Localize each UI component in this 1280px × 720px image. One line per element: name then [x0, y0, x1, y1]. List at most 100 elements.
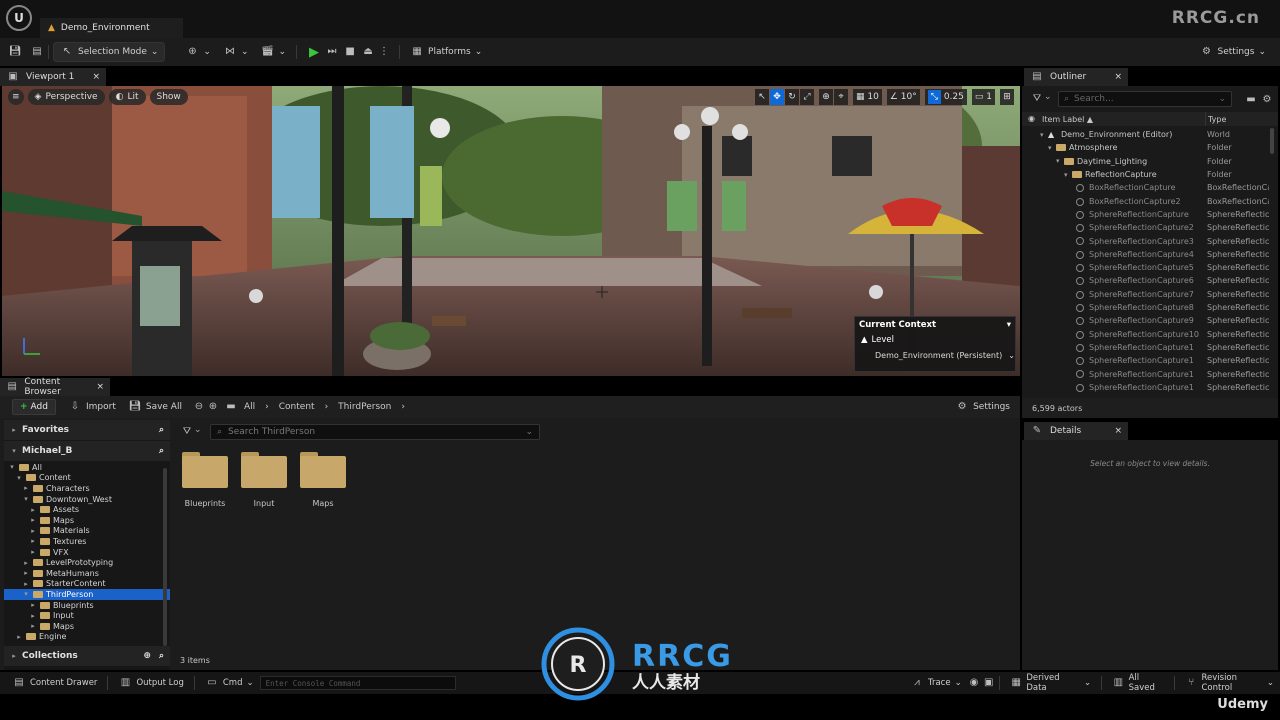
derived-data-dropdown[interactable]: ▦ Derived Data ⌄: [1004, 673, 1097, 693]
folder-tile[interactable]: [300, 452, 346, 488]
outliner-row[interactable]: SphereReflectionCapture1 SphereReflectic: [1022, 341, 1270, 354]
tree-item[interactable]: ▾ Downtown_West: [4, 494, 170, 505]
tree-item[interactable]: ▸ Assets: [4, 504, 170, 515]
outliner-row[interactable]: SphereReflectionCapture6 SphereReflectic: [1022, 274, 1270, 287]
chevron-right-icon[interactable]: ▸: [29, 548, 37, 556]
all-saved-button[interactable]: ▥ All Saved: [1106, 673, 1170, 693]
cb-settings-button[interactable]: ⚙ Settings: [949, 397, 1016, 417]
filter-icon[interactable]: ⛛: [180, 425, 194, 439]
translate-tool-icon[interactable]: ✥: [770, 89, 784, 105]
user-section[interactable]: ▾ Michael_B ⌕: [4, 441, 170, 461]
chevron-right-icon[interactable]: ▸: [29, 506, 37, 514]
chevron-down-icon[interactable]: ▾: [8, 463, 16, 471]
camera-speed-button[interactable]: ▭ 1: [971, 89, 995, 105]
chevron-right-icon[interactable]: ▸: [29, 622, 37, 630]
outliner-tab[interactable]: ▤ Outliner ×: [1024, 68, 1128, 86]
search-icon[interactable]: ⌕: [159, 651, 164, 661]
content-drawer-button[interactable]: ▤ Content Drawer: [6, 675, 103, 691]
chevron-down-icon[interactable]: ▾: [1056, 157, 1060, 165]
outliner-row[interactable]: ▾ Daytime_Lighting Folder: [1022, 155, 1270, 168]
save-all-button[interactable]: 💾︎ Save All: [122, 397, 188, 417]
chevron-down-icon[interactable]: ▾: [1007, 320, 1011, 330]
outliner-row[interactable]: SphereReflectionCapture1 SphereReflectic: [1022, 381, 1270, 394]
tree-item[interactable]: ▾ ThirdPerson: [4, 589, 170, 600]
col-item-label[interactable]: Item Label ▲: [1042, 115, 1093, 124]
trace-dropdown[interactable]: ⩘ Trace ⌄: [904, 675, 968, 691]
chevron-right-icon[interactable]: ▸: [15, 633, 23, 641]
revision-control-dropdown[interactable]: ⑂ Revision Control ⌄: [1179, 673, 1280, 693]
outliner-row[interactable]: SphereReflectionCapture5 SphereReflectic: [1022, 261, 1270, 274]
outliner-row[interactable]: BoxReflectionCapture BoxReflectionCa: [1022, 181, 1270, 194]
world-space-icon[interactable]: ⊕: [819, 89, 833, 105]
outliner-row[interactable]: SphereReflectionCapture7 SphereReflectic: [1022, 288, 1270, 301]
tree-item[interactable]: ▸ Textures: [4, 536, 170, 547]
content-browser-tab[interactable]: ▤ Content Browser ×: [0, 377, 110, 397]
add-collection-icon[interactable]: ⊕: [143, 651, 151, 661]
cmd-dropdown[interactable]: ▭ Cmd ⌄: [199, 675, 260, 691]
add-actor-button[interactable]: ⊕ ⌄: [179, 42, 217, 62]
rotate-tool-icon[interactable]: ↻: [785, 89, 799, 105]
outliner-row[interactable]: SphereReflectionCapture4 SphereReflectic: [1022, 248, 1270, 261]
tree-item[interactable]: ▸ Maps: [4, 515, 170, 526]
close-icon[interactable]: ×: [92, 72, 100, 82]
chevron-down-icon[interactable]: ▾: [1064, 171, 1068, 179]
outliner-row[interactable]: ▾ Atmosphere Folder: [1022, 141, 1270, 154]
asset-search-input[interactable]: ⌕ Search ThirdPerson ⌄: [210, 424, 540, 440]
chevron-down-icon[interactable]: ▾: [1048, 144, 1052, 152]
play-icon[interactable]: ▶: [307, 45, 321, 59]
chevron-right-icon[interactable]: ▸: [29, 601, 37, 609]
tree-item[interactable]: ▸ Maps: [4, 621, 170, 632]
chevron-down-icon[interactable]: ▾: [1040, 131, 1044, 139]
breadcrumb-item[interactable]: Content: [279, 402, 315, 412]
tree-item[interactable]: ▾ Content: [4, 473, 170, 484]
record-icon[interactable]: ◉: [968, 676, 981, 690]
outliner-row[interactable]: ▾ ▲ Demo_Environment (Editor) World: [1022, 128, 1270, 141]
tree-item[interactable]: ▸ Blueprints: [4, 600, 170, 611]
lit-button[interactable]: ◐ Lit: [108, 89, 146, 105]
tree-scrollbar[interactable]: [163, 468, 167, 646]
tree-item[interactable]: ▸ Materials: [4, 526, 170, 537]
close-icon[interactable]: ×: [96, 382, 104, 392]
tree-item[interactable]: ▾ All: [4, 462, 170, 473]
outliner-row[interactable]: SphereReflectionCapture10 SphereReflectic: [1022, 328, 1270, 341]
chevron-right-icon[interactable]: ▸: [29, 612, 37, 620]
close-icon[interactable]: ×: [1114, 426, 1122, 436]
folder-icon[interactable]: ▬: [224, 400, 238, 414]
filter-icon[interactable]: ⛛: [1030, 92, 1044, 106]
scale-tool-icon[interactable]: ⤢: [800, 89, 814, 105]
outliner-row[interactable]: SphereReflectionCapture1 SphereReflectic: [1022, 354, 1270, 367]
platforms-button[interactable]: ▦ Platforms ⌄: [404, 42, 488, 62]
back-icon[interactable]: ⊖: [192, 400, 206, 414]
select-tool-icon[interactable]: ↖: [755, 89, 769, 105]
tree-item[interactable]: ▸ LevelPrototyping: [4, 557, 170, 568]
save-icon[interactable]: 💾︎: [8, 45, 22, 59]
add-folder-icon[interactable]: ▬: [1244, 93, 1258, 107]
collections-section[interactable]: ▸ Collections ⊕ ⌕: [4, 646, 170, 666]
breadcrumb-item[interactable]: All: [244, 402, 255, 412]
maximize-viewport-icon[interactable]: ⊞: [1000, 89, 1014, 105]
surface-snap-icon[interactable]: ⌖: [834, 89, 848, 105]
gear-icon[interactable]: ⚙: [1260, 93, 1274, 107]
document-tab[interactable]: ▲ Demo_Environment: [40, 18, 183, 38]
chevron-right-icon[interactable]: ▸: [22, 484, 30, 492]
viewport-tab[interactable]: ▣ Viewport 1 ×: [0, 68, 106, 86]
advance-frame-icon[interactable]: ⏭︎: [325, 45, 339, 59]
chevron-right-icon[interactable]: ▸: [22, 569, 30, 577]
rotation-snap-button[interactable]: ∠ 10°: [886, 89, 920, 105]
eject-icon[interactable]: ⏏︎: [361, 45, 375, 59]
eye-icon[interactable]: ◉: [1028, 114, 1035, 123]
grid-snap-button[interactable]: ▦ 10: [853, 89, 882, 105]
col-type[interactable]: Type: [1208, 115, 1226, 124]
settings-button[interactable]: ⚙ Settings ⌄: [1194, 42, 1272, 62]
tree-item[interactable]: ▸ StarterContent: [4, 579, 170, 590]
chevron-right-icon[interactable]: ▸: [22, 580, 30, 588]
more-options-icon[interactable]: ⋮: [377, 45, 391, 59]
console-input[interactable]: Enter Console Command: [259, 676, 456, 690]
outliner-row[interactable]: SphereReflectionCapture3 SphereReflectic: [1022, 234, 1270, 247]
sequencer-button[interactable]: 🎬︎ ⌄: [255, 42, 293, 62]
details-tab[interactable]: ✎ Details ×: [1024, 422, 1128, 440]
outliner-row[interactable]: SphereReflectionCapture SphereReflectic: [1022, 208, 1270, 221]
forward-icon[interactable]: ⊕: [206, 400, 220, 414]
unreal-logo[interactable]: U: [6, 5, 32, 31]
viewport-menu-button[interactable]: ≡: [8, 89, 24, 105]
